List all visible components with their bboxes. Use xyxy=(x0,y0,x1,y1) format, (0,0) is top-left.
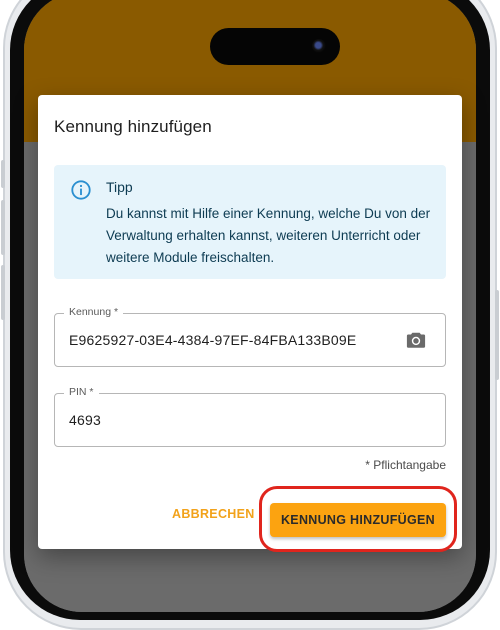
tip-text: Du kannst mit Hilfe einer Kennung, welch… xyxy=(106,206,431,265)
pin-field-label: PIN * xyxy=(64,386,99,398)
kennung-field[interactable]: Kennung * E9625927-03E4-4384-97EF-84FBA1… xyxy=(54,306,446,367)
phone-side-button xyxy=(1,265,5,320)
camera-icon[interactable] xyxy=(405,330,427,350)
phone-side-button xyxy=(1,200,5,255)
dynamic-island xyxy=(210,28,340,65)
cancel-button[interactable]: ABBRECHEN xyxy=(172,507,255,521)
phone-side-button xyxy=(1,160,5,188)
highlight-annotation xyxy=(259,486,457,552)
front-camera-icon xyxy=(312,39,326,53)
info-icon xyxy=(71,180,91,200)
required-note: * Pflichtangabe xyxy=(365,458,446,472)
tip-box: Tipp Du kannst mit Hilfe einer Kennung, … xyxy=(54,165,446,279)
kennung-input[interactable]: E9625927-03E4-4384-97EF-84FBA133B09E xyxy=(69,332,356,348)
phone-side-button xyxy=(495,290,499,380)
pin-field[interactable]: PIN * 4693 xyxy=(54,386,446,447)
tip-title: Tipp xyxy=(106,179,133,195)
pin-input[interactable]: 4693 xyxy=(69,412,101,428)
add-identifier-dialog: Kennung hinzufügen Tipp Du kannst mit Hi… xyxy=(38,95,462,549)
dialog-title: Kennung hinzufügen xyxy=(54,117,212,136)
kennung-field-label: Kennung * xyxy=(64,306,124,318)
